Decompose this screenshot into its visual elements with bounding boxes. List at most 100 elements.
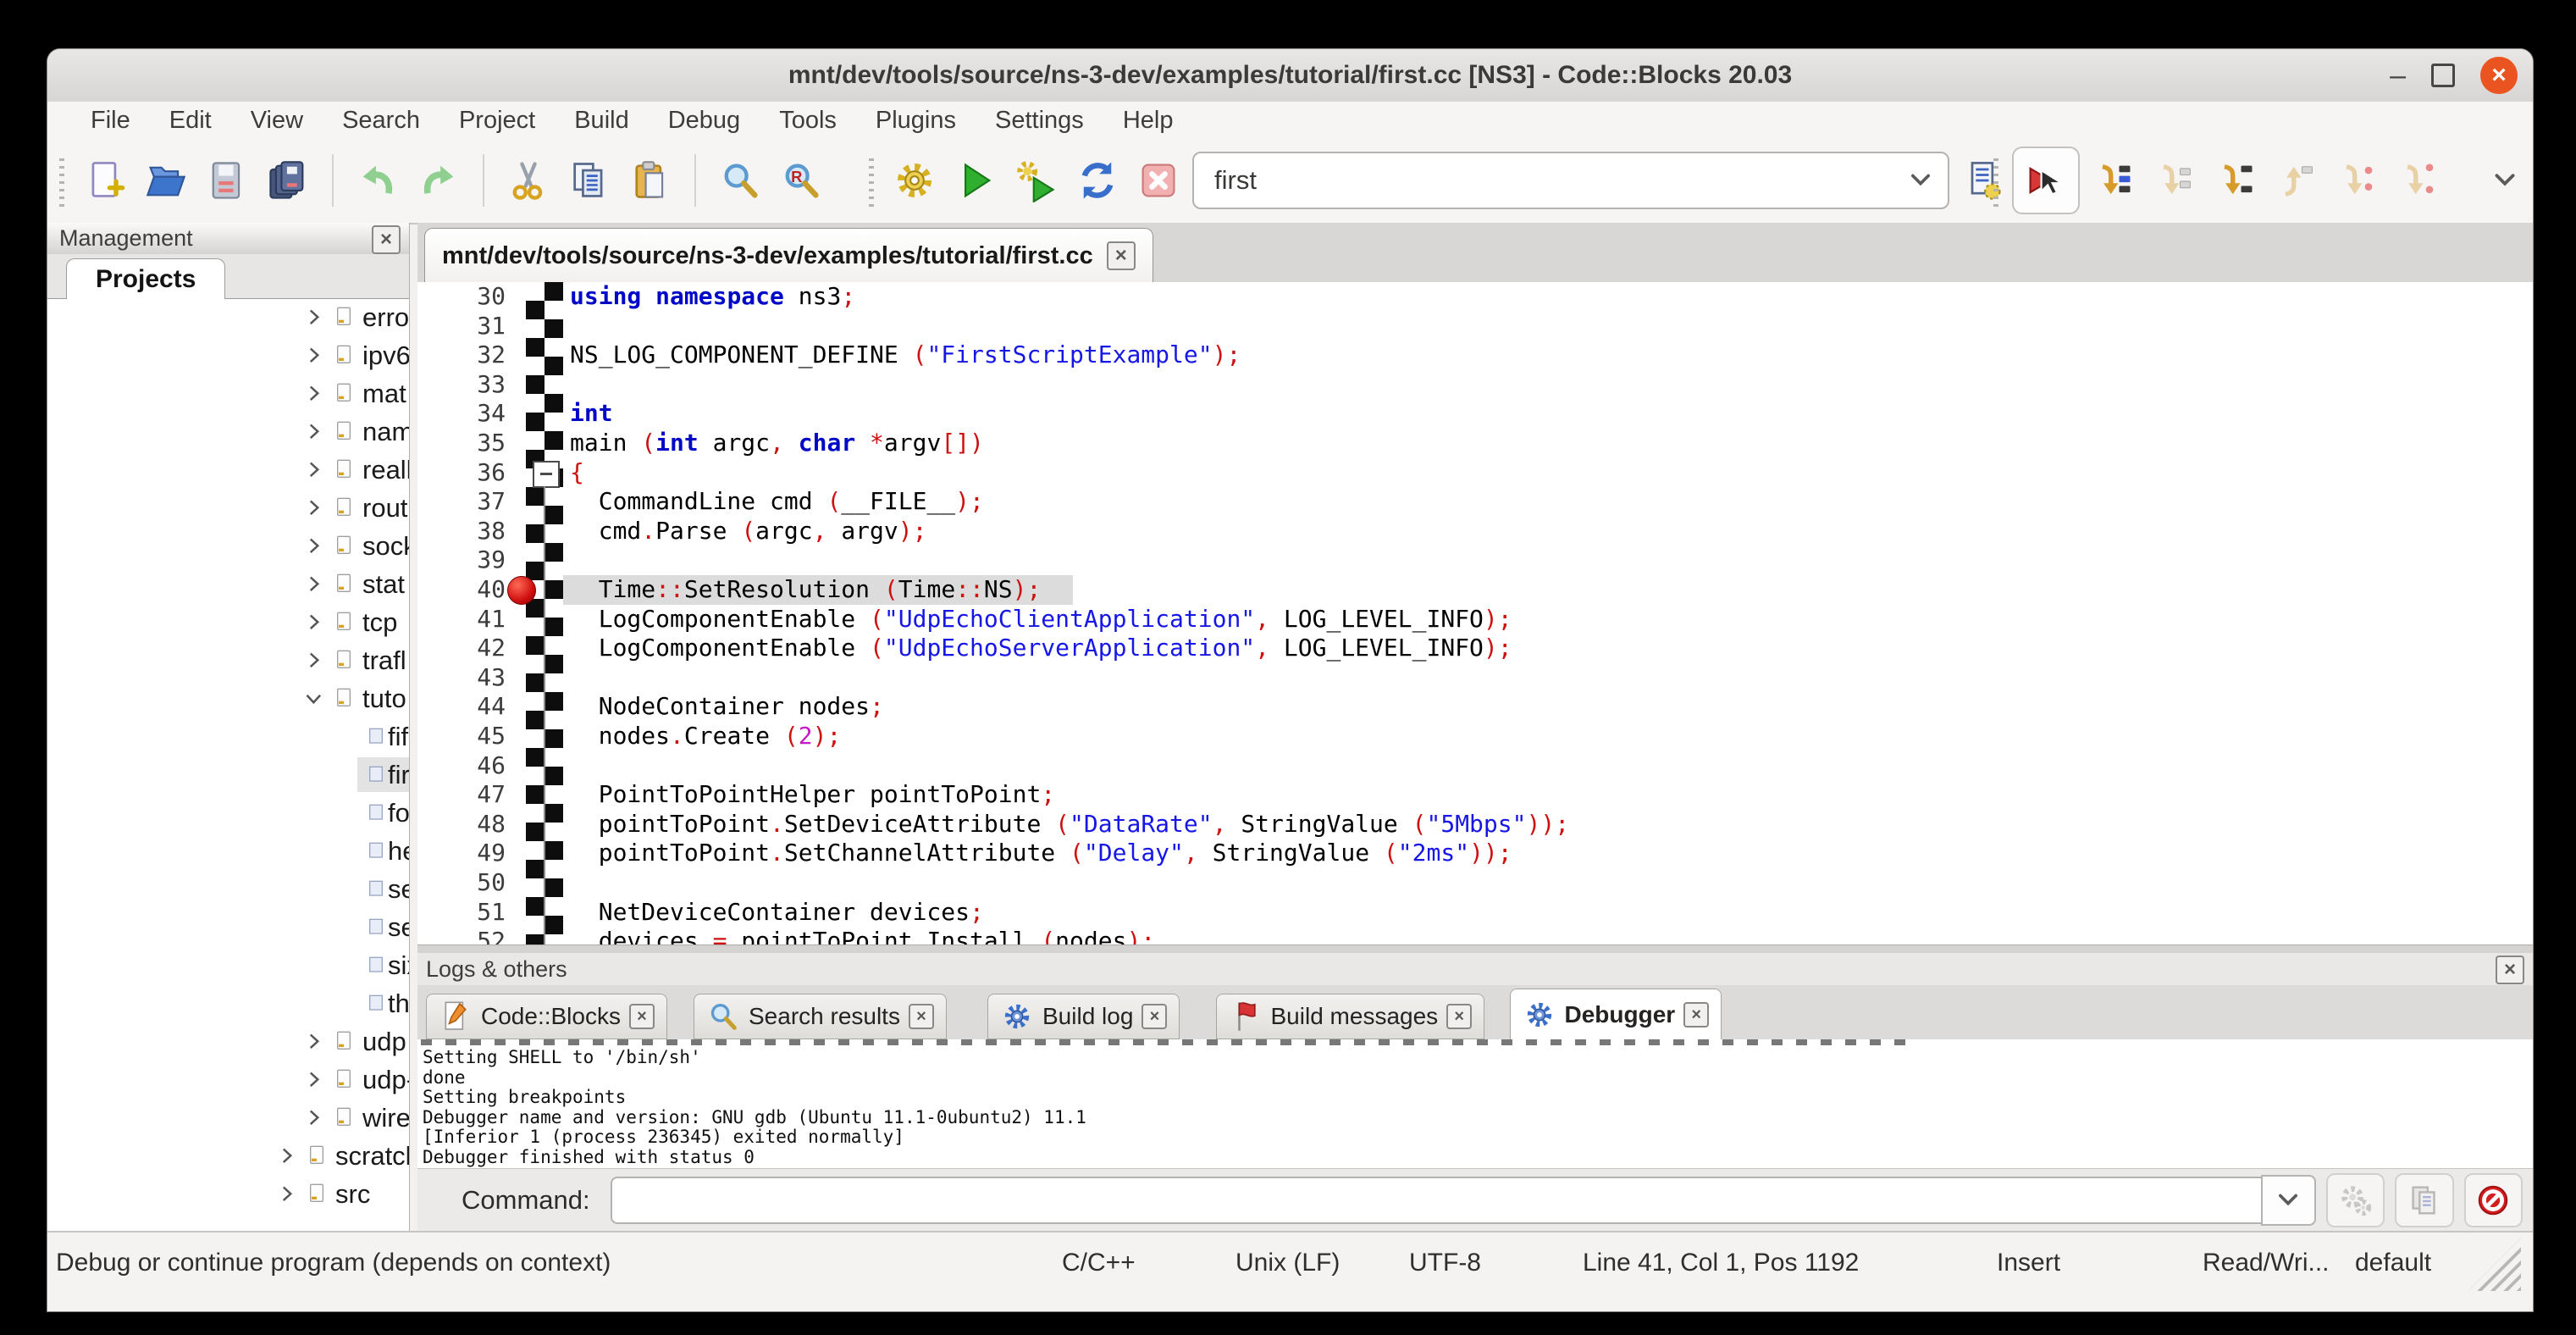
save-all-button[interactable] — [261, 153, 315, 208]
toolbar-grip[interactable] — [1993, 154, 1998, 207]
tree-item-udp-[interactable]: udp- — [47, 1061, 409, 1099]
tree-item-trafl[interactable]: trafl — [47, 641, 409, 679]
log-tab-code-blocks[interactable]: Code::Blocks× — [426, 994, 667, 1039]
menu-item-plugins[interactable]: Plugins — [856, 107, 976, 135]
log-tab-build-log[interactable]: Build log× — [987, 994, 1180, 1039]
build-target-combo[interactable]: first — [1192, 152, 1949, 209]
tree-item-ipv6[interactable]: ipv6 — [47, 336, 409, 374]
chevron-right-icon[interactable] — [300, 1104, 329, 1133]
tab-projects[interactable]: Projects — [66, 258, 225, 299]
chevron-right-icon[interactable] — [300, 456, 329, 485]
tree-item-src[interactable]: src — [47, 1175, 409, 1213]
step-out-button[interactable] — [2269, 153, 2324, 208]
log-tab-debugger[interactable]: Debugger× — [1510, 989, 1722, 1040]
menu-item-view[interactable]: View — [231, 107, 323, 135]
minimize-button[interactable]: – — [2390, 67, 2406, 84]
paste-button[interactable] — [623, 153, 677, 208]
copy-button[interactable] — [562, 153, 616, 208]
save-file-button[interactable] — [200, 153, 254, 208]
tree-item-tcp[interactable]: tcp — [47, 603, 409, 641]
code-editor[interactable]: 30using namespace ns3;3132NS_LOG_COMPONE… — [417, 282, 2533, 944]
cut-button[interactable] — [501, 153, 556, 208]
chevron-right-icon[interactable] — [300, 608, 329, 637]
tree-item-six[interactable]: six — [47, 946, 409, 984]
tree-item-stat[interactable]: stat — [47, 565, 409, 603]
chevron-right-icon[interactable] — [300, 494, 329, 523]
undo-button[interactable] — [351, 153, 405, 208]
tree-item-sock[interactable]: sock — [47, 527, 409, 565]
chevron-right-icon[interactable] — [300, 646, 329, 675]
tree-item-mat[interactable]: mat — [47, 374, 409, 413]
tree-item-he[interactable]: he — [47, 832, 409, 870]
menu-item-project[interactable]: Project — [439, 107, 555, 135]
log-tab-close-icon[interactable]: × — [1446, 1004, 1472, 1029]
close-button[interactable]: × — [2480, 57, 2518, 94]
tree-item-rout[interactable]: rout — [47, 489, 409, 527]
toolbar-grip[interactable] — [869, 154, 874, 207]
menu-item-help[interactable]: Help — [1103, 107, 1193, 135]
toolbar-grip[interactable] — [59, 154, 64, 207]
tree-item-se[interactable]: se — [47, 908, 409, 946]
step-into-button[interactable] — [2208, 153, 2263, 208]
replace-button[interactable]: R — [774, 153, 828, 208]
rebuild-button[interactable] — [1070, 153, 1125, 208]
chevron-right-icon[interactable] — [273, 1180, 301, 1209]
abort-button[interactable] — [1131, 153, 1186, 208]
menu-item-build[interactable]: Build — [555, 107, 649, 135]
open-file-button[interactable] — [139, 153, 193, 208]
tree-item-udp[interactable]: udp — [47, 1022, 409, 1061]
command-dropdown-chevron-icon[interactable] — [2261, 1175, 2316, 1226]
menu-item-search[interactable]: Search — [323, 107, 439, 135]
tree-item-nam[interactable]: nam — [47, 413, 409, 451]
next-line-button[interactable] — [2148, 153, 2202, 208]
editor-tab-close-icon[interactable]: × — [1107, 241, 1136, 270]
log-tab-close-icon[interactable]: × — [909, 1004, 934, 1029]
log-tab-build-messages[interactable]: Build messages× — [1216, 994, 1485, 1039]
new-file-button[interactable] — [78, 153, 132, 208]
tree-item-fo[interactable]: fo — [47, 794, 409, 832]
tree-item-th[interactable]: th — [47, 984, 409, 1022]
fold-marker-icon[interactable] — [533, 461, 560, 488]
menu-item-file[interactable]: File — [71, 107, 150, 135]
find-button[interactable] — [713, 153, 767, 208]
tree-item-tuto[interactable]: tuto — [47, 679, 409, 717]
toolbar-overflow-chevron-down-icon[interactable] — [2485, 161, 2524, 200]
build-and-run-button[interactable] — [1009, 153, 1064, 208]
chevron-right-icon[interactable] — [300, 1066, 329, 1094]
copy-log-button[interactable] — [2395, 1173, 2453, 1227]
run-to-cursor-button[interactable] — [2087, 153, 2141, 208]
debugger-settings-button[interactable] — [2326, 1173, 2385, 1227]
run-button[interactable] — [948, 153, 1003, 208]
tree-item-wire[interactable]: wire — [47, 1099, 409, 1137]
tree-item-erro[interactable]: erro — [47, 298, 409, 336]
maximize-button[interactable] — [2431, 64, 2455, 87]
stop-debugger-button[interactable] — [2464, 1173, 2523, 1227]
menu-item-tools[interactable]: Tools — [760, 107, 856, 135]
breakpoint-icon[interactable] — [507, 576, 536, 605]
chevron-right-icon[interactable] — [300, 570, 329, 599]
debugger-command-input[interactable] — [611, 1177, 2261, 1224]
management-close-icon[interactable]: × — [372, 225, 401, 254]
chevron-right-icon[interactable] — [300, 1028, 329, 1056]
log-tab-close-icon[interactable]: × — [629, 1004, 655, 1029]
log-tab-search-results[interactable]: Search results× — [694, 994, 947, 1039]
logs-close-icon[interactable]: × — [2496, 956, 2524, 984]
redo-button[interactable] — [412, 153, 466, 208]
log-tab-close-icon[interactable]: × — [1683, 1002, 1709, 1028]
tree-item-fif[interactable]: fif — [47, 717, 409, 756]
editor-tab[interactable]: mnt/dev/tools/source/ns-3-dev/examples/t… — [424, 228, 1153, 283]
chevron-right-icon[interactable] — [300, 303, 329, 332]
combo-chevron-down-icon[interactable] — [1902, 162, 1948, 199]
chevron-down-icon[interactable] — [300, 684, 329, 713]
chevron-right-icon[interactable] — [300, 418, 329, 446]
chevron-right-icon[interactable] — [300, 379, 329, 408]
tree-item-reall[interactable]: reall — [47, 451, 409, 489]
step-into-instruction-button[interactable] — [2391, 153, 2446, 208]
tree-item-se[interactable]: se — [47, 870, 409, 908]
chevron-right-icon[interactable] — [300, 532, 329, 561]
chevron-right-icon[interactable] — [300, 341, 329, 370]
debug-continue-button[interactable] — [2012, 147, 2080, 214]
log-tab-close-icon[interactable]: × — [1142, 1004, 1167, 1029]
menu-item-edit[interactable]: Edit — [150, 107, 231, 135]
resize-grip[interactable] — [2468, 1238, 2521, 1291]
